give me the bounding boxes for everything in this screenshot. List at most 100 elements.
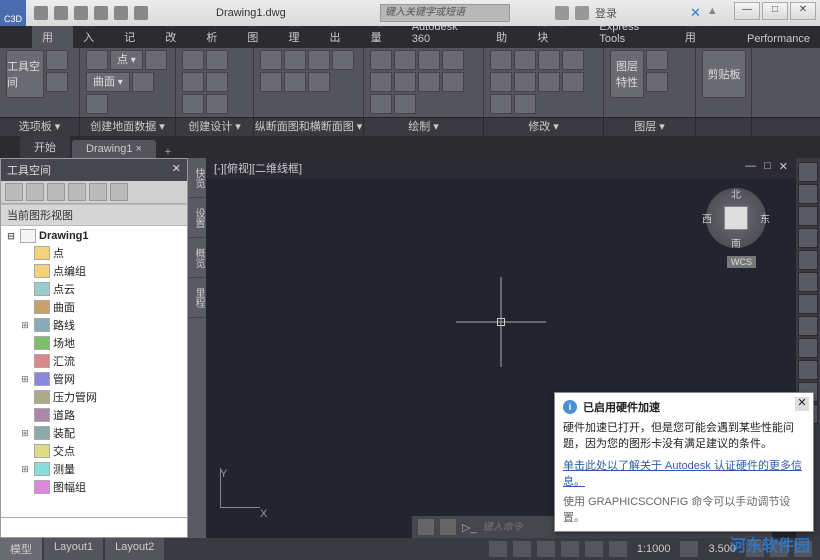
layout-tab[interactable]: Layout2 — [105, 538, 164, 560]
prof-btn-6[interactable] — [284, 72, 306, 92]
mod-move-icon[interactable] — [490, 50, 512, 70]
viewport-label[interactable]: [-][俯视][二维线框] — [214, 160, 302, 176]
sb-grid-icon[interactable] — [489, 541, 507, 557]
sb-snap-icon[interactable] — [513, 541, 531, 557]
nav-showmotion-icon[interactable] — [798, 250, 818, 270]
draw-polyline-icon[interactable] — [394, 50, 416, 70]
pal-tool-1[interactable] — [5, 183, 23, 201]
mod-rotate-icon[interactable] — [538, 50, 560, 70]
prof-btn-3[interactable] — [308, 50, 330, 70]
viewcube[interactable]: 北 南 西 东 — [706, 188, 766, 248]
des-btn-3[interactable] — [182, 72, 204, 92]
workspace-button[interactable]: 工具空间 — [6, 50, 44, 98]
point-dropdown[interactable]: 点 ▾ — [110, 50, 143, 70]
nav-pan-icon[interactable] — [798, 184, 818, 204]
panel-label[interactable]: 图层 ▾ — [604, 118, 696, 136]
tree-node[interactable]: ⊞测量 — [1, 460, 187, 478]
mod-scale-icon[interactable] — [538, 72, 560, 92]
side-tab[interactable]: 里程 — [188, 278, 206, 318]
tree-node[interactable]: 道路 — [1, 406, 187, 424]
search-icon[interactable] — [555, 6, 569, 20]
help-search-input[interactable]: 键入关键字或短语 — [380, 4, 510, 22]
nav-zoom-icon[interactable] — [798, 206, 818, 226]
viewport-close-icon[interactable]: ✕ — [779, 160, 788, 176]
wcs-badge[interactable]: WCS — [727, 256, 756, 268]
palette-section-header[interactable]: 当前图形视图 — [1, 204, 187, 226]
drawing-tree[interactable]: ⊟Drawing1点点编组点云曲面⊞路线场地汇流⊞管网压力管网道路⊞装配交点⊞测… — [1, 226, 187, 517]
pal-tool-6[interactable] — [110, 183, 128, 201]
qat-redo-icon[interactable] — [114, 6, 128, 20]
qat-new-icon[interactable] — [34, 6, 48, 20]
panel-label[interactable]: 选项板 ▾ — [0, 118, 80, 136]
nav-tool-9[interactable] — [798, 338, 818, 358]
new-tab-button[interactable]: + — [158, 146, 178, 158]
tree-node[interactable]: 场地 — [1, 334, 187, 352]
prof-btn-4[interactable] — [332, 50, 354, 70]
mod-array-icon[interactable] — [562, 72, 584, 92]
document-tab[interactable]: 开始 — [20, 136, 70, 158]
gd-btn-2[interactable] — [145, 50, 167, 70]
mod-copy-icon[interactable] — [514, 50, 536, 70]
surface-dropdown[interactable]: 曲面 ▾ — [86, 72, 130, 92]
draw-text-icon[interactable] — [442, 72, 464, 92]
palette-btn-2[interactable] — [46, 72, 68, 92]
layout-tab[interactable]: 模型 — [0, 538, 42, 560]
panel-label[interactable]: 创建地面数据 ▾ — [80, 118, 176, 136]
layout-tab[interactable]: Layout1 — [44, 538, 103, 560]
tree-node[interactable]: 压力管网 — [1, 388, 187, 406]
cmd-toggle-icon[interactable] — [418, 519, 434, 535]
prof-btn-1[interactable] — [260, 50, 282, 70]
mod-trim-icon[interactable] — [562, 50, 584, 70]
sb-ortho-icon[interactable] — [537, 541, 555, 557]
app-icon[interactable]: C3D — [0, 0, 26, 26]
document-tab[interactable]: Drawing1 × — [72, 140, 156, 158]
layer-properties-button[interactable]: 图层 特性 — [610, 50, 644, 98]
viewport-controls[interactable]: [-][俯视][二维线框] — □ ✕ — [206, 158, 796, 178]
draw-more-icon[interactable] — [394, 94, 416, 114]
pal-tool-4[interactable] — [68, 183, 86, 201]
notification-link[interactable]: 单击此处以了解关于 Autodesk 认证硬件的更多信息。 — [563, 457, 805, 489]
sb-osnap-icon[interactable] — [585, 541, 603, 557]
tree-node[interactable]: 点 — [1, 244, 187, 262]
panel-label[interactable]: 创建设计 ▾ — [176, 118, 254, 136]
nav-fullnav-icon[interactable] — [798, 162, 818, 182]
qat-save-icon[interactable] — [74, 6, 88, 20]
panel-label[interactable]: 修改 ▾ — [484, 118, 604, 136]
gd-btn-1[interactable] — [86, 50, 108, 70]
notification-close-icon[interactable]: ✕ — [795, 397, 809, 411]
mod-extend-icon[interactable] — [490, 72, 512, 92]
des-btn-4[interactable] — [206, 72, 228, 92]
nav-tool-10[interactable] — [798, 360, 818, 380]
tree-node[interactable]: 点云 — [1, 280, 187, 298]
close-button[interactable]: ✕ — [790, 2, 816, 20]
draw-hatch-icon[interactable] — [418, 72, 440, 92]
compass-w[interactable]: 西 — [702, 211, 712, 226]
panel-label[interactable]: 纵断面图和横断面图 ▾ — [254, 118, 364, 136]
draw-block-icon[interactable] — [370, 94, 392, 114]
pal-tool-5[interactable] — [89, 183, 107, 201]
mod-fillet-icon[interactable] — [490, 94, 512, 114]
clipboard-button[interactable]: 剪贴板 — [702, 50, 746, 98]
palette-title-bar[interactable]: 工具空间 ✕ — [1, 159, 187, 181]
tree-node[interactable]: ⊞装配 — [1, 424, 187, 442]
login-area[interactable]: 登录 — [555, 5, 617, 21]
ribbon-tab-14[interactable]: Performance — [737, 30, 820, 48]
compass-e[interactable]: 东 — [760, 211, 770, 226]
viewcube-face[interactable] — [724, 206, 748, 230]
tree-node[interactable]: 图幅组 — [1, 478, 187, 496]
nav-tool-7[interactable] — [798, 294, 818, 314]
tree-node[interactable]: ⊞路线 — [1, 316, 187, 334]
tree-node[interactable]: 曲面 — [1, 298, 187, 316]
prof-btn-7[interactable] — [308, 72, 330, 92]
exchange-icon[interactable]: ✕ — [690, 5, 701, 21]
compass-n[interactable]: 北 — [731, 186, 741, 201]
maximize-button[interactable]: □ — [762, 2, 788, 20]
des-btn-6[interactable] — [206, 94, 228, 114]
side-tab[interactable]: 设置 — [188, 198, 206, 238]
gd-btn-3[interactable] — [132, 72, 154, 92]
tree-node[interactable]: 汇流 — [1, 352, 187, 370]
compass-s[interactable]: 南 — [731, 235, 741, 250]
pal-tool-3[interactable] — [47, 183, 65, 201]
qat-open-icon[interactable] — [54, 6, 68, 20]
draw-ellipse-icon[interactable] — [394, 72, 416, 92]
